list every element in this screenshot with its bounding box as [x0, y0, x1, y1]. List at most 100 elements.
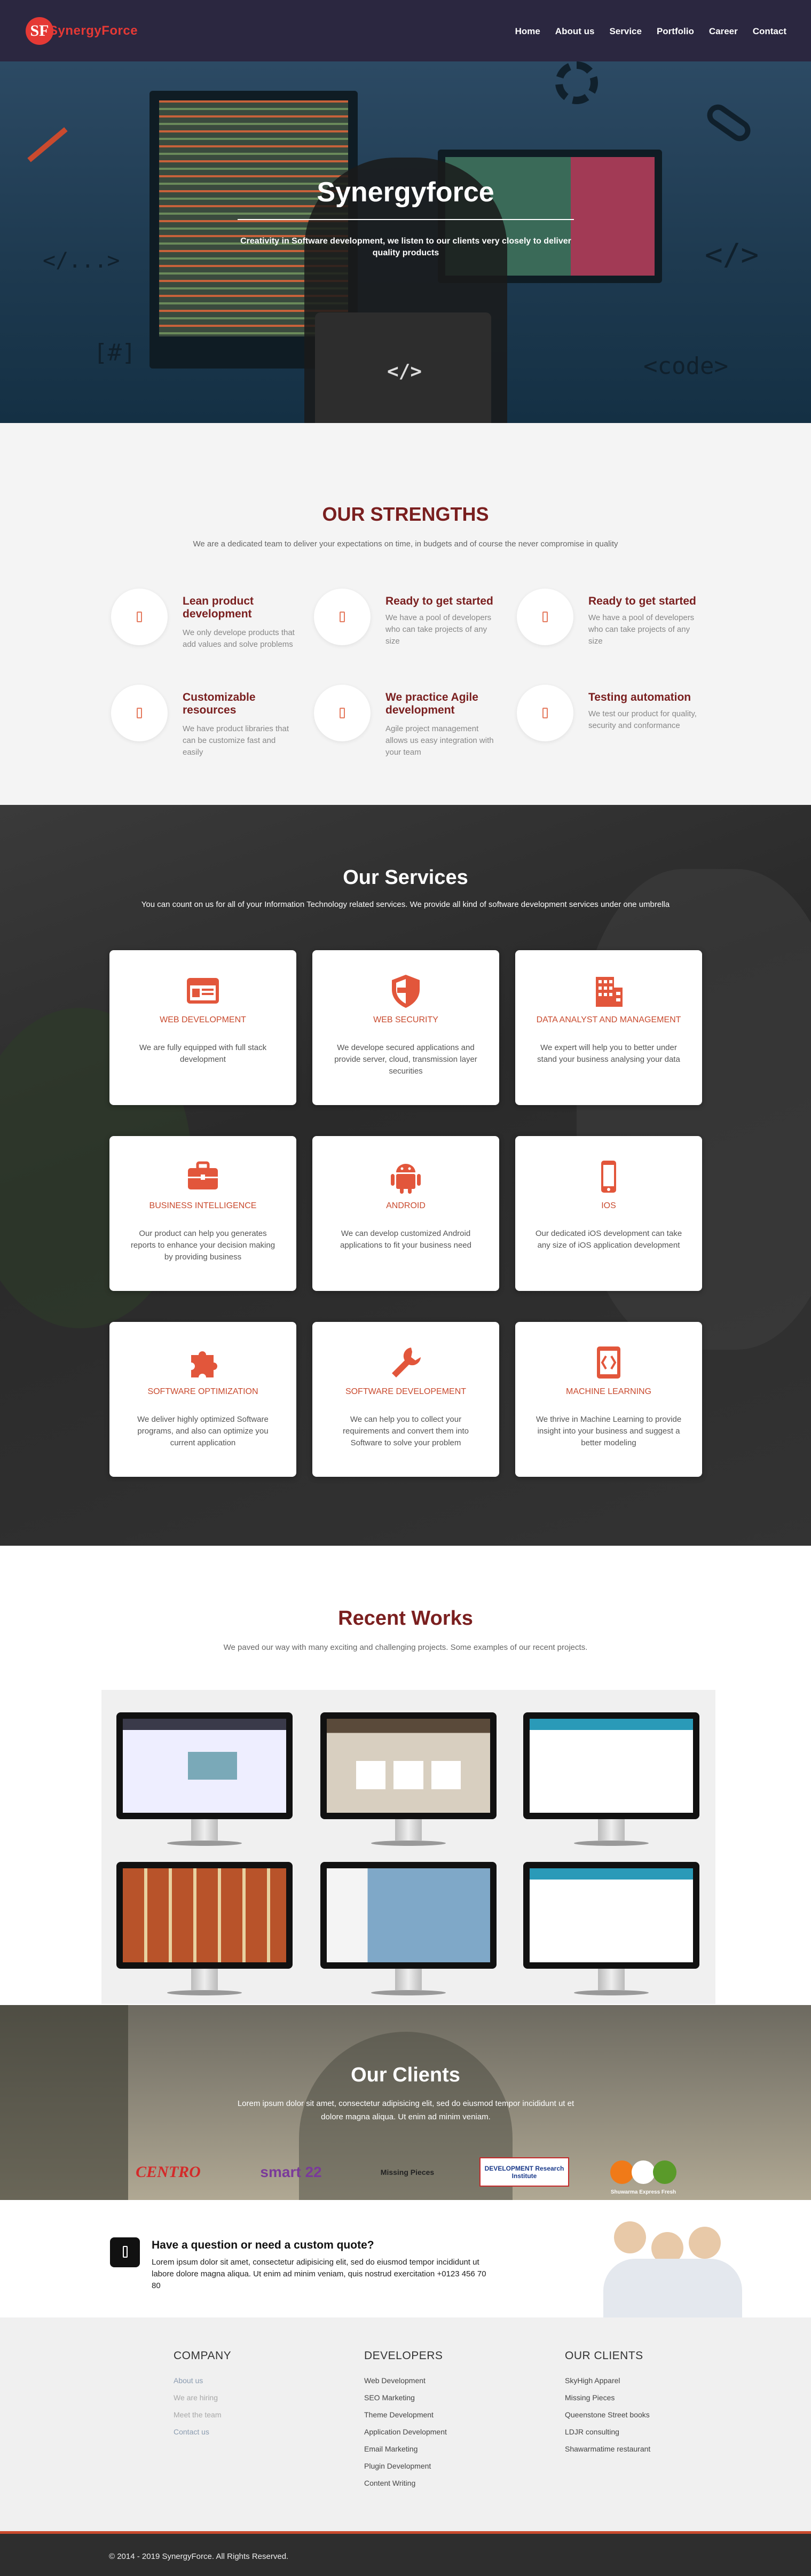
service-text: We can help you to collect your requirem… [343, 1415, 469, 1447]
footer-link[interactable]: About us [174, 2372, 231, 2389]
service-card-android[interactable]: ANDROID We can develop customized Androi… [312, 1136, 499, 1291]
service-title: BUSINESS INTELLIGENCE [149, 1201, 257, 1210]
footer-col-company: COMPANY About us We are hiring Meet the … [174, 2350, 231, 2440]
service-card-web-security[interactable]: WEB SECURITY We develope secured applica… [312, 950, 499, 1105]
service-title: SOFTWARE OPTIMIZATION [147, 1387, 258, 1396]
footer-link[interactable]: LDJR consulting [565, 2423, 650, 2440]
service-text: We are fully equipped with full stack de… [139, 1043, 267, 1064]
mobile-icon [111, 685, 168, 741]
strength-item: Lean product development We only develop… [111, 589, 314, 658]
strength-title: Ready to get started [588, 595, 696, 607]
hero-banner: </> </...> </> [#] <code> Synergyforce C… [0, 61, 811, 423]
strength-item: Customizable resources We have product l… [111, 685, 314, 757]
nav-portfolio[interactable]: Portfolio [657, 26, 694, 37]
works-lead: We paved our way with many exciting and … [223, 1643, 588, 1652]
footer-link[interactable]: Plugin Development [364, 2457, 447, 2475]
footer-link[interactable]: Application Development [364, 2423, 447, 2440]
copyright-text: © 2014 - 2019 SynergyForce. All Rights R… [109, 2552, 289, 2561]
main-menu: Home About us Service Portfolio Career C… [515, 26, 786, 37]
strength-item: We practice Agile development Agile proj… [314, 685, 517, 757]
wrench-icon [312, 1343, 499, 1382]
hero-laptop: </> [315, 312, 491, 423]
hero-title: Synergyforce [317, 177, 494, 208]
footer-link[interactable]: SkyHigh Apparel [565, 2372, 650, 2389]
mobile-phone-icon [110, 2237, 140, 2267]
client-logo-smart22[interactable]: smart 22 [254, 2157, 328, 2187]
copyright-bar: © 2014 - 2019 SynergyForce. All Rights R… [0, 2531, 811, 2576]
services-section: Our Services You can count on us for all… [0, 805, 811, 1546]
services-lead: You can count on us for all of your Info… [141, 900, 670, 909]
strength-item: Testing automation We test our product f… [517, 685, 720, 754]
footer-col-developers: DEVELOPERS Web Development SEO Marketing… [364, 2350, 447, 2492]
nav-contact[interactable]: Contact [753, 26, 786, 37]
client-logo-development-research[interactable]: DEVELOPMENT Research Institute [479, 2157, 569, 2187]
code-glyph-1: </...> [43, 248, 120, 273]
service-card-web-development[interactable]: WEB DEVELOPMENT We are fully equipped wi… [109, 950, 296, 1105]
strengths-section: OUR STRENGTHS We are a dedicated team to… [0, 423, 811, 805]
nav-service[interactable]: Service [609, 26, 642, 37]
client-logo-shuwarma[interactable]: Shuwarma Express Fresh [606, 2157, 681, 2195]
service-text: We thrive in Machine Learning to provide… [536, 1415, 682, 1447]
service-title: ANDROID [386, 1201, 426, 1210]
footer-link[interactable]: Contact us [174, 2423, 231, 2440]
footer-link[interactable]: Web Development [364, 2372, 447, 2389]
footer-col-clients: OUR CLIENTS SkyHigh Apparel Missing Piec… [565, 2350, 650, 2457]
clients-lead: Lorem ipsum dolor sit amet, consectetur … [237, 2099, 574, 2121]
nav-career[interactable]: Career [709, 26, 738, 37]
code-glyph-3: [#] [93, 339, 136, 366]
brand-logo[interactable]: SF SynergyForce [26, 17, 138, 45]
code-file-icon [515, 1343, 702, 1382]
strength-text: We have a pool of developers who can tak… [588, 613, 695, 646]
recent-works-section: Recent Works We paved our way with many … [0, 1546, 811, 2005]
client-logo-centro[interactable]: CENTRO [128, 2157, 208, 2187]
footer-link[interactable]: Meet the team [174, 2406, 231, 2423]
mobile-icon [314, 685, 371, 741]
briefcase-icon [109, 1157, 296, 1196]
service-card-business-intelligence[interactable]: BUSINESS INTELLIGENCE Our product can he… [109, 1136, 296, 1291]
service-text: Our dedicated iOS development can take a… [535, 1229, 682, 1250]
service-text: We expert will help you to better under … [537, 1043, 680, 1064]
code-glyph-4: <code> [643, 353, 728, 380]
portfolio-item[interactable] [523, 1712, 699, 1851]
portfolio-item[interactable] [320, 1862, 497, 2001]
footer-link[interactable]: SEO Marketing [364, 2389, 447, 2406]
mobile-icon [314, 589, 371, 645]
brand-name: SynergyForce [49, 24, 138, 38]
quote-title: Have a question or need a custom quote? [152, 2239, 374, 2251]
footer-link[interactable]: Content Writing [364, 2475, 447, 2492]
nav-home[interactable]: Home [515, 26, 540, 37]
service-text: We develope secured applications and pro… [334, 1043, 477, 1076]
service-card-machine-learning[interactable]: MACHINE LEARNING We thrive in Machine Le… [515, 1322, 702, 1477]
building-icon [515, 972, 702, 1010]
mobile-icon [111, 589, 168, 645]
service-text: We can develop customized Android applic… [340, 1229, 471, 1250]
strength-item: Ready to get started We have a pool of d… [517, 589, 720, 658]
works-title: Recent Works [338, 1607, 473, 1630]
service-card-software-development[interactable]: SOFTWARE DEVELOPEMENT We can help you to… [312, 1322, 499, 1477]
footer-link[interactable]: Missing Pieces [565, 2389, 650, 2406]
team-photo [593, 2205, 753, 2317]
service-card-ios[interactable]: IOS Our dedicated iOS development can ta… [515, 1136, 702, 1291]
portfolio-item[interactable] [116, 1712, 293, 1851]
footer-link[interactable]: Email Marketing [364, 2440, 447, 2457]
portfolio-grid [101, 1690, 715, 2004]
portfolio-item[interactable] [320, 1712, 497, 1851]
footer-link[interactable]: Shawarmatime restaurant [565, 2440, 650, 2457]
strength-title: We practice Agile development [385, 691, 478, 716]
footer-link[interactable]: Queenstone Street books [565, 2406, 650, 2423]
footer-link[interactable]: We are hiring [174, 2389, 231, 2406]
clients-title: Our Clients [351, 2064, 460, 2086]
client-logo-missing-pieces[interactable]: Missing Pieces [367, 2157, 447, 2187]
strength-text: We only develope products that add value… [183, 628, 295, 649]
strength-title: Ready to get started [385, 595, 493, 607]
nav-about-us[interactable]: About us [555, 26, 595, 37]
hero-chain-icon [703, 100, 755, 146]
portfolio-item[interactable] [116, 1862, 293, 2001]
strength-text: We test our product for quality, securit… [588, 709, 697, 730]
portfolio-item[interactable] [523, 1862, 699, 2001]
service-card-data-analyst[interactable]: DATA ANALYST AND MANAGEMENT We expert wi… [515, 950, 702, 1105]
page: SF SynergyForce Home About us Service Po… [0, 0, 811, 2576]
logo-mark-icon: SF [26, 17, 53, 45]
footer-link[interactable]: Theme Development [364, 2406, 447, 2423]
service-card-software-optimization[interactable]: SOFTWARE OPTIMIZATION We deliver highly … [109, 1322, 296, 1477]
